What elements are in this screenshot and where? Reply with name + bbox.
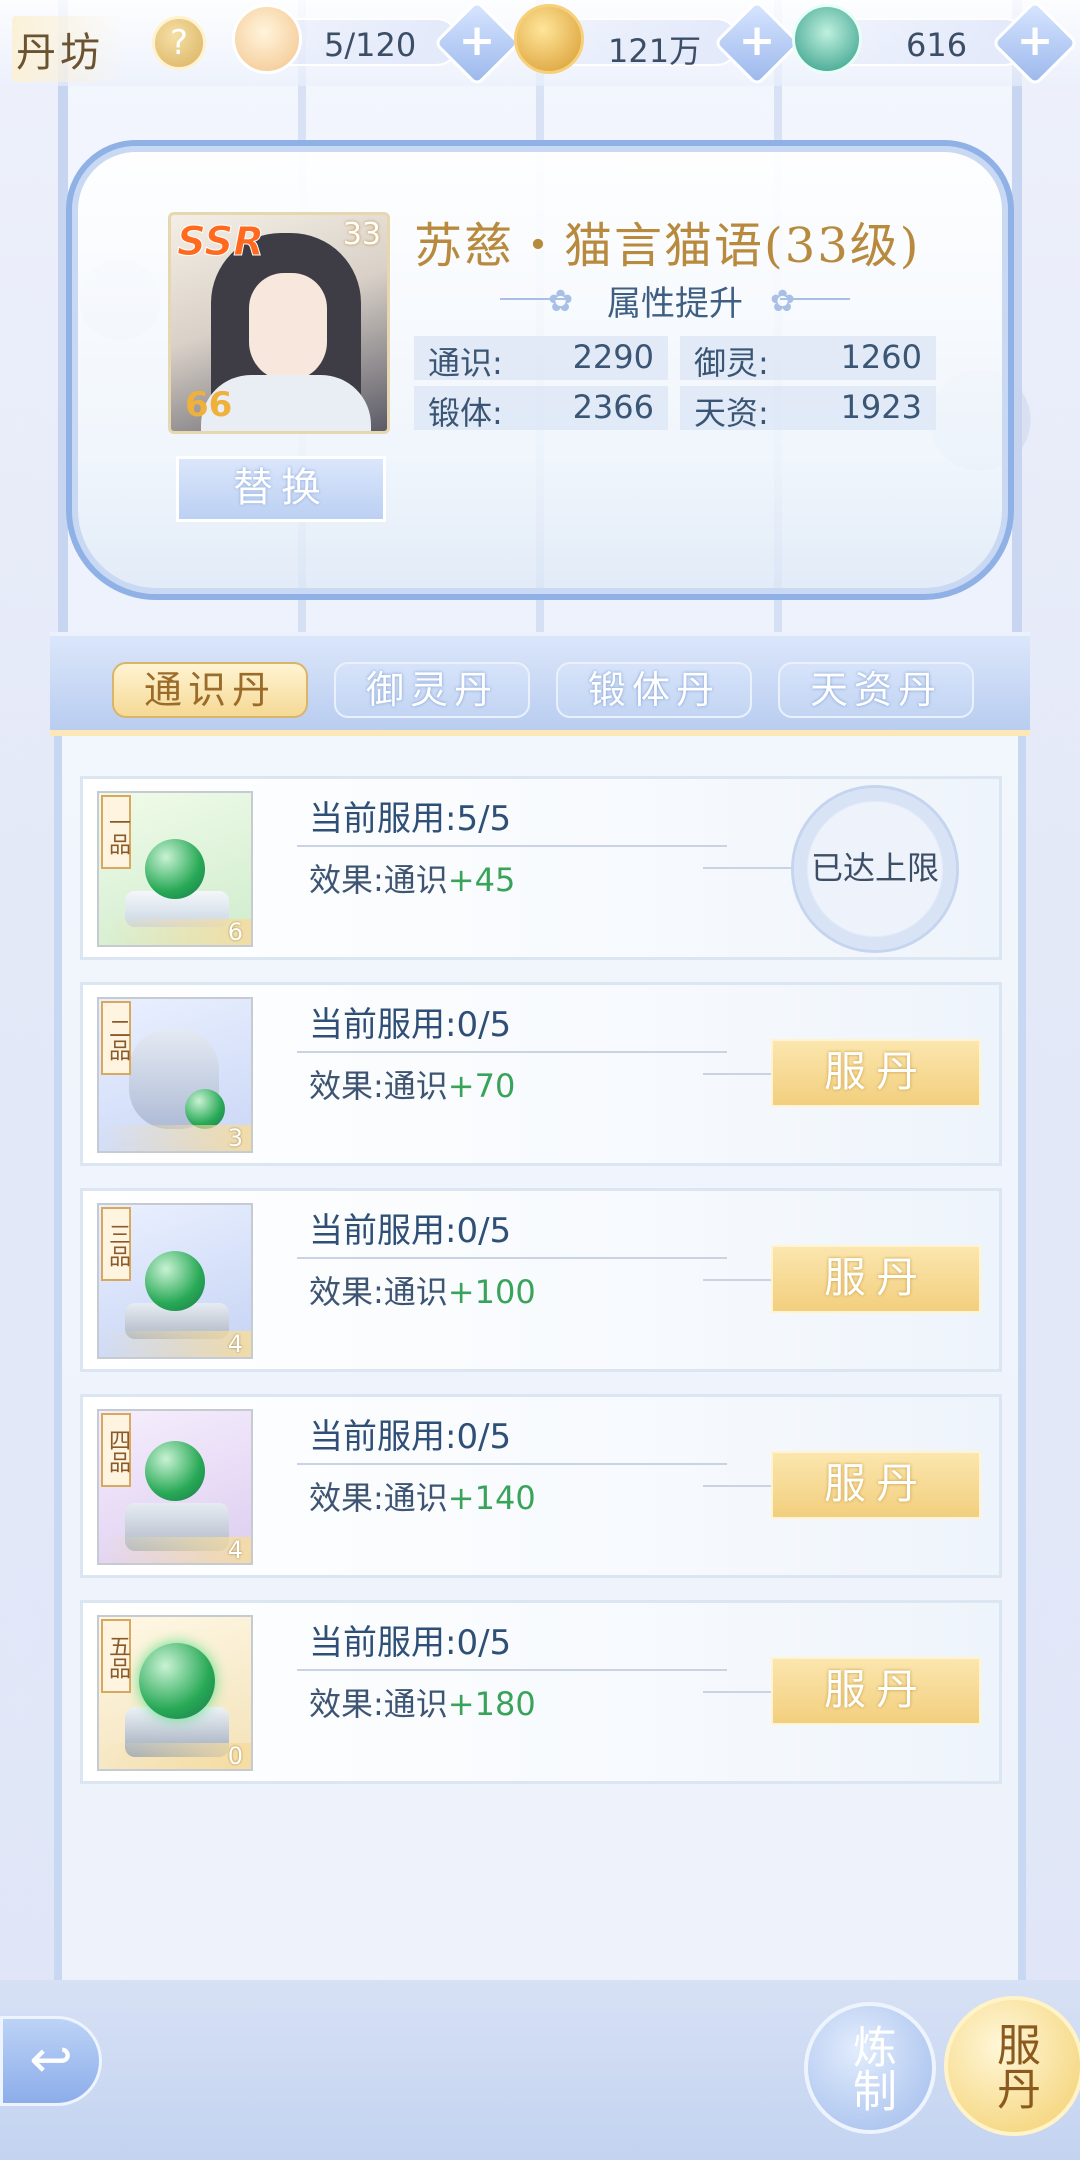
pill-thumbnail[interactable]: 一品 6 (97, 791, 253, 947)
stat-duanti: 锻体: 2366 (414, 386, 668, 432)
current-usage: 当前服用:0/5 (309, 1005, 512, 1045)
pill-card: 一品 6 当前服用:5/5 效果:通识+45 已达上限 (80, 776, 1002, 960)
jade-value: 616 (906, 26, 968, 64)
take-pill-main-button[interactable]: 服丹 (944, 1996, 1080, 2136)
pill-card: 三品 4 当前服用:0/5 效果:通识+100 服丹 (80, 1188, 1002, 1372)
jade-pill-icon (145, 1251, 205, 1311)
pill-count: 4 (99, 1537, 251, 1563)
pill-grade: 五品 (101, 1619, 131, 1693)
replace-button[interactable]: 替换 (176, 456, 386, 522)
divider (297, 1257, 727, 1259)
pill-effect: 效果:通识+140 (309, 1479, 536, 1517)
paw-coin-icon (514, 4, 584, 74)
refine-button[interactable]: 炼制 (804, 2002, 936, 2134)
cat-face-icon (232, 4, 302, 74)
pill-grade: 二品 (101, 1001, 131, 1075)
current-usage: 当前服用:5/5 (309, 799, 512, 839)
stamina-value: 5/120 (324, 26, 417, 64)
pill-grade: 三品 (101, 1207, 131, 1281)
hero-star-badge: 66 (185, 385, 233, 425)
back-button[interactable]: ↩ (0, 2016, 102, 2106)
pill-count: 6 (99, 919, 251, 945)
add-coins-button[interactable]: + (713, 0, 801, 87)
pill-card: 二品 3 当前服用:0/5 效果:通识+70 服丹 (80, 982, 1002, 1166)
tab-tongshi-pill[interactable]: 通识丹 (112, 662, 308, 718)
attribute-title: 属性提升 (500, 276, 850, 325)
stat-yuling: 御灵: 1260 (680, 336, 936, 382)
pill-effect: 效果:通识+70 (309, 1067, 516, 1105)
jade-pill-icon (185, 1089, 225, 1129)
pill-count: 3 (99, 1125, 251, 1151)
pill-card: 四品 4 当前服用:0/5 效果:通识+140 服丹 (80, 1394, 1002, 1578)
jade-pill-icon (139, 1643, 215, 1719)
hero-level: 33 (342, 217, 381, 252)
take-pill-button[interactable]: 服丹 (771, 1451, 981, 1519)
tab-duanti-pill[interactable]: 锻体丹 (556, 662, 752, 718)
page-title: 丹坊 (12, 16, 124, 82)
coins-value: 121万 (608, 32, 702, 70)
add-stamina-button[interactable]: + (433, 0, 521, 87)
add-jade-button[interactable]: + (991, 0, 1079, 87)
pill-thumbnail[interactable]: 五品 0 (97, 1615, 253, 1771)
jade-pill-icon (145, 1441, 205, 1501)
take-pill-button[interactable]: 服丹 (771, 1657, 981, 1725)
tab-tianzi-pill[interactable]: 天资丹 (778, 662, 974, 718)
pill-thumbnail[interactable]: 三品 4 (97, 1203, 253, 1359)
divider (297, 1669, 727, 1671)
pill-grade: 一品 (101, 795, 131, 869)
pill-count: 0 (99, 1743, 251, 1769)
pill-grade: 四品 (101, 1413, 131, 1487)
current-usage: 当前服用:0/5 (309, 1211, 512, 1251)
pill-thumbnail[interactable]: 二品 3 (97, 997, 253, 1153)
stat-tianzi: 天资: 1923 (680, 386, 936, 432)
current-usage: 当前服用:0/5 (309, 1623, 512, 1663)
flower-ornament-icon: ✿ (770, 284, 796, 319)
divider (297, 1051, 727, 1053)
take-pill-button[interactable]: 服丹 (771, 1245, 981, 1313)
pill-effect: 效果:通识+100 (309, 1273, 536, 1311)
help-button[interactable]: ? (152, 16, 206, 70)
pill-effect: 效果:通识+45 (309, 861, 516, 899)
current-usage: 当前服用:0/5 (309, 1417, 512, 1457)
hero-name: 苏慈・猫言猫语(33级) (414, 218, 921, 274)
pill-count: 4 (99, 1331, 251, 1357)
pill-card: 五品 0 当前服用:0/5 效果:通识+180 服丹 (80, 1600, 1002, 1784)
jade-dragon-icon (792, 4, 862, 74)
maxed-badge: 已达上限 (791, 785, 959, 953)
ssr-badge: SSR (177, 219, 265, 266)
divider (297, 845, 727, 847)
pill-thumbnail[interactable]: 四品 4 (97, 1409, 253, 1565)
portrait-face (249, 273, 327, 381)
divider (297, 1463, 727, 1465)
stat-tongshi: 通识: 2290 (414, 336, 668, 382)
top-bar: 丹坊 ? 5/120 + 121万 + 616 + (0, 0, 1080, 87)
hero-portrait[interactable]: SSR 33 66 (168, 212, 390, 434)
jade-pill-icon (145, 839, 205, 899)
pill-effect: 效果:通识+180 (309, 1685, 536, 1723)
tab-yuling-pill[interactable]: 御灵丹 (334, 662, 530, 718)
take-pill-button[interactable]: 服丹 (771, 1039, 981, 1107)
